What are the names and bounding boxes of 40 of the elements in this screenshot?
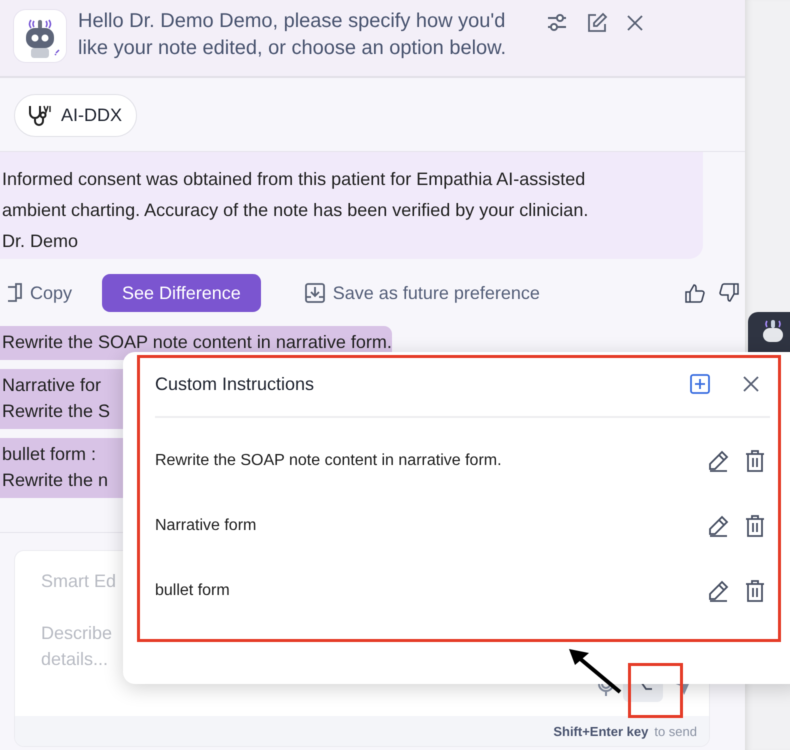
- stethoscope-icon: [27, 104, 53, 128]
- robot-avatar-icon: [14, 10, 66, 62]
- see-difference-button[interactable]: See Difference: [102, 274, 261, 312]
- close-icon[interactable]: [626, 14, 644, 32]
- placeholder-text: Smart Ed: [41, 571, 116, 592]
- ai-ddx-chip[interactable]: AI-DDX: [14, 94, 138, 137]
- trash-icon[interactable]: [745, 580, 765, 602]
- pencil-icon[interactable]: [707, 580, 729, 602]
- pencil-icon[interactable]: [707, 450, 729, 472]
- highlight-box: [628, 663, 683, 718]
- placeholder-text: Describe: [41, 622, 112, 645]
- pointer-arrow: [568, 648, 624, 696]
- sliders-icon[interactable]: [546, 13, 568, 33]
- note-text: Informed consent was obtained from this patient for Empathia AI-assisted: [2, 168, 586, 191]
- thumbs-up-icon[interactable]: [685, 283, 705, 303]
- instruction-text: Rewrite the SOAP note content in narrative form.: [2, 331, 392, 354]
- instruction-text: Rewrite the S: [2, 400, 110, 423]
- instruction-text: Rewrite the n: [2, 469, 108, 492]
- instruction-item[interactable]: bullet form: [155, 582, 691, 600]
- hint-text: to send: [654, 724, 697, 738]
- note-text: ambient charting. Accuracy of the note has been verified by your clinician.: [2, 199, 590, 222]
- greeting-message: Hello Dr. Demo Demo, please specify how you'd like your note edited, or choose an option below.: [78, 9, 508, 61]
- download-icon: [304, 283, 325, 303]
- thumbs-down-icon[interactable]: [719, 283, 739, 303]
- instruction-item[interactable]: Narrative form: [155, 516, 691, 534]
- popup-title: Custom Instructions: [155, 374, 316, 394]
- pencil-icon[interactable]: [707, 514, 729, 536]
- add-icon[interactable]: [690, 374, 710, 394]
- instruction-text: bullet form :: [2, 443, 96, 466]
- placeholder-text: details...: [41, 648, 110, 671]
- instruction-item[interactable]: Rewrite the SOAP note content in narrative form.: [155, 452, 691, 470]
- hint-keys: Shift+Enter key: [553, 724, 648, 738]
- trash-icon[interactable]: [745, 514, 765, 536]
- close-icon[interactable]: [742, 375, 760, 393]
- note-text: Dr. Demo: [2, 230, 80, 253]
- save-preference-button[interactable]: Save as future preference: [290, 282, 540, 304]
- trash-icon[interactable]: [745, 450, 765, 472]
- instruction-text: Narrative for: [2, 374, 102, 397]
- edit-icon[interactable]: [586, 12, 608, 34]
- copy-button[interactable]: Copy: [0, 282, 72, 304]
